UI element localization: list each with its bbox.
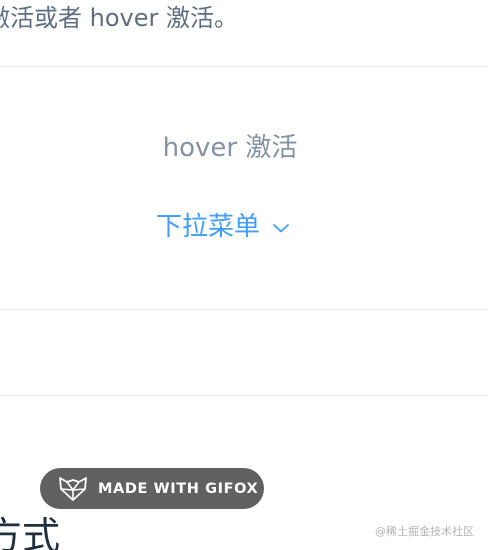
- gifox-badge: MADE WITH GIFOX: [40, 468, 264, 509]
- gifox-badge-text: MADE WITH GIFOX: [98, 480, 259, 497]
- demo-block: hover 激活 下拉菜单: [0, 66, 488, 396]
- gifox-fox-icon: [59, 476, 87, 501]
- dropdown-menu-label[interactable]: 下拉菜单: [156, 210, 260, 244]
- watermark-text: @稀土掘金技术社区: [375, 525, 474, 538]
- chevron-down-icon[interactable]: [272, 222, 290, 234]
- section-heading: 方式: [0, 514, 61, 550]
- intro-text: 激活或者 hover 激活。: [0, 4, 238, 32]
- dropdown-menu-trigger[interactable]: 下拉菜单: [156, 210, 290, 244]
- hover-activate-label: hover 激活: [162, 133, 298, 163]
- demo-divider: [0, 309, 488, 310]
